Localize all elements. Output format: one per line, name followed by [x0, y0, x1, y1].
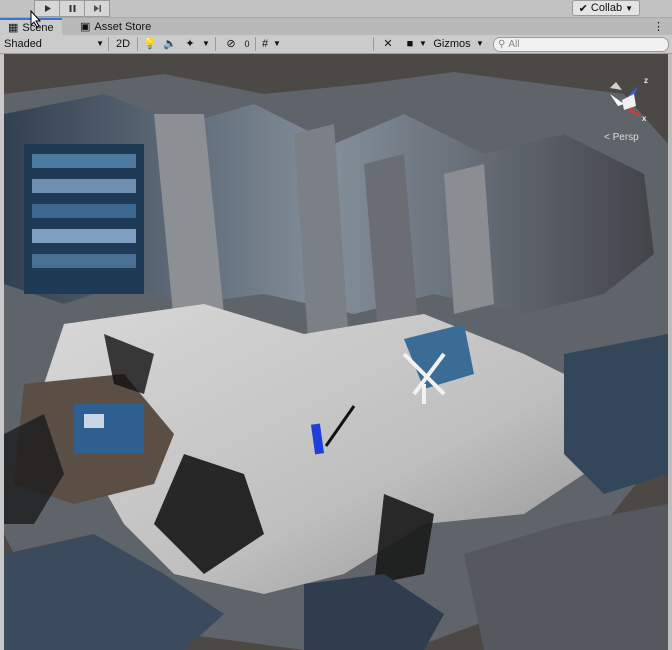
grid-dropdown[interactable]: ▼ — [272, 36, 282, 51]
lighting-toggle[interactable]: 💡 — [142, 36, 158, 51]
tab-asset-store[interactable]: ▣ Asset Store — [72, 18, 159, 35]
chevron-down-icon: ▼ — [419, 39, 427, 48]
top-toolbar: ✔ Collab ▼ — [0, 0, 672, 18]
gizmos-dropdown[interactable]: ▼ — [475, 36, 485, 51]
grid-toggle[interactable]: # — [258, 36, 272, 51]
chevron-down-icon: ▼ — [96, 39, 104, 48]
chevron-down-icon: ▼ — [273, 39, 281, 48]
collab-label: Collab — [590, 2, 623, 14]
wrench-icon: ✕ — [383, 38, 393, 50]
gizmos-label: Gizmos — [433, 37, 471, 50]
eye-slash-icon: ⊘ — [226, 38, 236, 50]
2d-toggle[interactable]: 2D — [113, 36, 133, 51]
step-icon — [93, 5, 101, 12]
more-options-icon[interactable]: ⋮ — [653, 20, 664, 33]
chevron-down-icon: ▼ — [625, 3, 633, 13]
divider — [137, 37, 138, 51]
check-icon: ✔ — [578, 2, 588, 15]
scene-viewport[interactable]: z x < Persp — [4, 54, 668, 650]
search-icon: ⚲ — [498, 39, 506, 50]
draw-mode-label: Shaded — [4, 37, 42, 50]
camera-button[interactable]: ■ — [402, 36, 418, 51]
audio-toggle[interactable]: 🔈 — [162, 36, 178, 51]
hidden-objects-toggle[interactable]: ⊘ — [220, 36, 242, 51]
divider — [373, 37, 374, 51]
search-placeholder: All — [508, 39, 520, 50]
playback-controls — [34, 0, 110, 17]
divider — [108, 37, 109, 51]
tools-button[interactable]: ✕ — [380, 36, 396, 51]
pause-icon — [69, 5, 75, 12]
camera-icon: ■ — [406, 37, 414, 50]
mouse-cursor-icon — [30, 10, 42, 28]
axis-x-label: x — [642, 114, 647, 123]
effects-dropdown[interactable]: ▼ — [201, 36, 211, 51]
draw-mode-dropdown[interactable]: Shaded ▼ — [4, 36, 104, 51]
hidden-count: 0 — [244, 38, 250, 49]
divider — [215, 37, 216, 51]
collab-button[interactable]: ✔ Collab ▼ — [571, 0, 640, 16]
store-icon: ▣ — [80, 21, 91, 33]
divider — [255, 37, 256, 51]
search-input[interactable]: ⚲ All — [493, 37, 669, 52]
axis-z-label: z — [644, 76, 648, 85]
effects-toggle[interactable]: ✦ — [182, 36, 198, 51]
camera-dropdown[interactable]: ▼ — [418, 36, 428, 51]
gizmos-button[interactable]: Gizmos — [431, 36, 473, 51]
grid-snap-icon: # — [261, 37, 269, 50]
projection-label[interactable]: < Persp — [604, 132, 639, 143]
scan-mesh-render — [4, 54, 668, 650]
chevron-down-icon: ▼ — [476, 39, 484, 48]
chevron-down-icon: ▼ — [202, 39, 210, 48]
pause-button[interactable] — [59, 0, 85, 17]
step-button[interactable] — [84, 0, 110, 17]
grid-icon: ▦ — [8, 22, 19, 34]
scrollbar[interactable] — [668, 54, 672, 650]
tab-asset-store-label: Asset Store — [94, 20, 152, 33]
tab-bar: ▦ Scene ▣ Asset Store ⋮ — [0, 18, 672, 35]
effects-icon: ✦ — [185, 38, 195, 50]
2d-label: 2D — [115, 37, 131, 50]
scene-toolbar: Shaded ▼ 2D 💡 🔈 ✦ ▼ ⊘ 0 # ▼ ✕ ■ ▼ Gizmos — [0, 35, 672, 54]
speaker-icon: 🔈 — [163, 38, 177, 50]
play-icon — [44, 5, 51, 12]
lightbulb-icon: 💡 — [143, 38, 157, 50]
